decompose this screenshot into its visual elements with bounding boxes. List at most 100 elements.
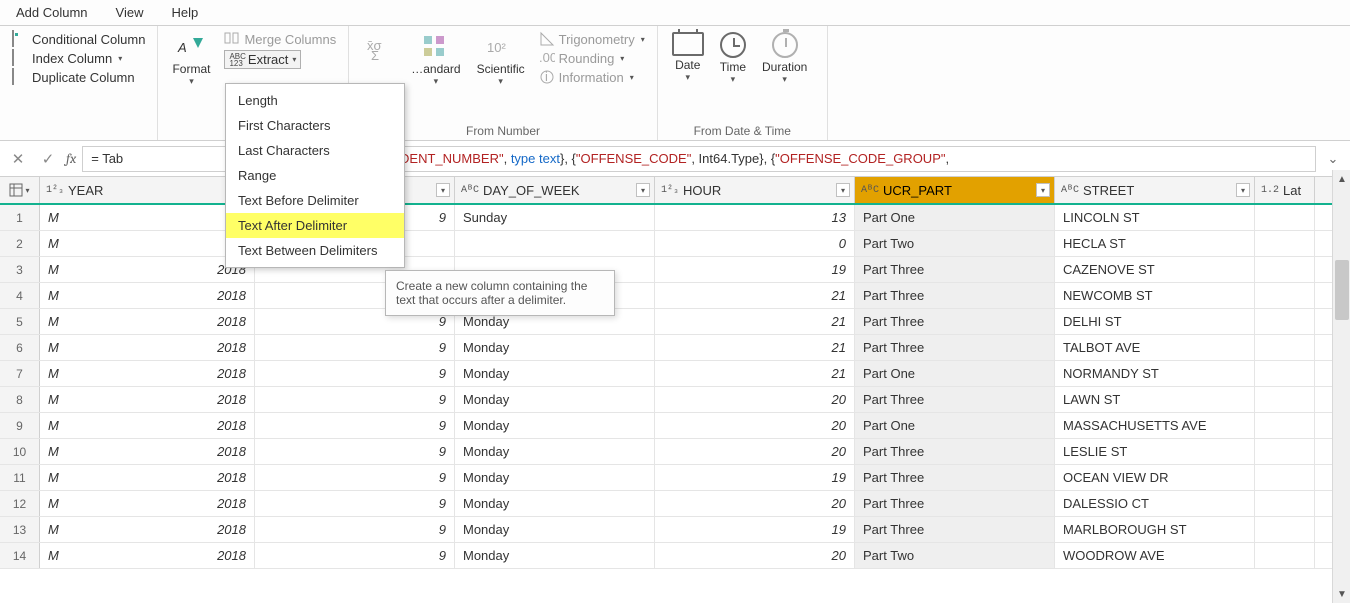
cell[interactable]: LINCOLN ST bbox=[1055, 205, 1255, 230]
cell[interactable]: MARLBOROUGH ST bbox=[1055, 517, 1255, 542]
scroll-thumb[interactable] bbox=[1335, 260, 1349, 320]
cell[interactable]: 9 bbox=[255, 413, 455, 438]
cell[interactable] bbox=[1255, 231, 1315, 256]
cell[interactable]: Part Three bbox=[855, 257, 1055, 282]
cell[interactable] bbox=[1255, 517, 1315, 542]
cell[interactable]: M2018 bbox=[40, 491, 255, 516]
cell[interactable]: M2018 bbox=[40, 387, 255, 412]
date-button[interactable]: Date ▾ bbox=[668, 30, 708, 82]
table-row[interactable]: 3M201819Part ThreeCAZENOVE ST bbox=[0, 257, 1350, 283]
table-row[interactable]: 10M20189Monday20Part ThreeLESLIE ST bbox=[0, 439, 1350, 465]
cell[interactable]: 20 bbox=[655, 413, 855, 438]
cell[interactable]: 13 bbox=[655, 205, 855, 230]
cell[interactable]: 9 bbox=[255, 335, 455, 360]
filter-dropdown-icon[interactable]: ▾ bbox=[836, 183, 850, 197]
cell[interactable] bbox=[1255, 361, 1315, 386]
cell[interactable]: OCEAN VIEW DR bbox=[1055, 465, 1255, 490]
merge-columns-button[interactable]: Merge Columns bbox=[222, 30, 338, 48]
column-header-year[interactable]: 1²₃ YEAR ▾ bbox=[40, 177, 255, 203]
trigonometry-button[interactable]: Trigonometry▾ bbox=[537, 30, 647, 48]
cell[interactable]: 9 bbox=[255, 517, 455, 542]
table-row[interactable]: 5M20189Monday21Part ThreeDELHI ST bbox=[0, 309, 1350, 335]
expand-formula-button[interactable]: ⌄ bbox=[1322, 151, 1344, 167]
cell[interactable]: HECLA ST bbox=[1055, 231, 1255, 256]
filter-dropdown-icon[interactable]: ▾ bbox=[1036, 183, 1050, 197]
duplicate-column-button[interactable]: Duplicate Column bbox=[10, 68, 147, 86]
extract-menu-item[interactable]: Text Between Delimiters bbox=[226, 238, 404, 263]
cell[interactable]: Sunday bbox=[455, 205, 655, 230]
cell[interactable]: 21 bbox=[655, 283, 855, 308]
index-column-button[interactable]: Index Column ▾ bbox=[10, 49, 147, 67]
scientific-button[interactable]: 10² Scientific ▾ bbox=[473, 30, 529, 86]
cell[interactable] bbox=[1255, 465, 1315, 490]
cell[interactable]: Part One bbox=[855, 413, 1055, 438]
cell[interactable] bbox=[455, 231, 655, 256]
menu-help[interactable]: Help bbox=[164, 2, 219, 23]
extract-menu-item[interactable]: Text Before Delimiter bbox=[226, 188, 404, 213]
cell[interactable] bbox=[1255, 335, 1315, 360]
table-row[interactable]: 14M20189Monday20Part TwoWOODROW AVE bbox=[0, 543, 1350, 569]
cancel-formula-button[interactable]: ✕ bbox=[6, 147, 30, 171]
cell[interactable]: Monday bbox=[455, 491, 655, 516]
cell[interactable]: 9 bbox=[255, 387, 455, 412]
cell[interactable]: LESLIE ST bbox=[1055, 439, 1255, 464]
cell[interactable]: 19 bbox=[655, 465, 855, 490]
cell[interactable] bbox=[1255, 257, 1315, 282]
cell[interactable]: Monday bbox=[455, 465, 655, 490]
duration-button[interactable]: Duration ▾ bbox=[758, 30, 811, 84]
filter-dropdown-icon[interactable]: ▾ bbox=[436, 183, 450, 197]
cell[interactable]: M2018 bbox=[40, 361, 255, 386]
extract-button[interactable]: ABC123 Extract ▾ bbox=[222, 49, 338, 70]
cell[interactable]: 9 bbox=[255, 543, 455, 568]
cell[interactable]: Part Two bbox=[855, 231, 1055, 256]
statistics-button[interactable]: x̄σΣ bbox=[359, 30, 399, 62]
cell[interactable]: M2018 bbox=[40, 543, 255, 568]
cell[interactable]: Part One bbox=[855, 361, 1055, 386]
cell[interactable]: M2018 bbox=[40, 439, 255, 464]
cell[interactable]: Monday bbox=[455, 517, 655, 542]
table-row[interactable]: 1M9Sunday13Part OneLINCOLN ST bbox=[0, 205, 1350, 231]
confirm-formula-button[interactable]: ✓ bbox=[36, 147, 60, 171]
menu-add-column[interactable]: Add Column bbox=[4, 2, 108, 23]
cell[interactable]: Monday bbox=[455, 543, 655, 568]
cell[interactable]: 21 bbox=[655, 309, 855, 334]
cell[interactable]: Monday bbox=[455, 413, 655, 438]
column-header-lat[interactable]: 1.2 Lat bbox=[1255, 177, 1315, 203]
cell[interactable] bbox=[1255, 283, 1315, 308]
format-button[interactable]: A Format ▾ bbox=[168, 30, 214, 86]
scroll-down-arrow[interactable]: ▼ bbox=[1333, 585, 1350, 603]
extract-menu-item[interactable]: First Characters bbox=[226, 113, 404, 138]
vertical-scrollbar[interactable]: ▲ ▼ bbox=[1332, 170, 1350, 603]
cell[interactable]: 20 bbox=[655, 491, 855, 516]
conditional-column-button[interactable]: Conditional Column bbox=[10, 30, 147, 48]
cell[interactable]: Part Three bbox=[855, 387, 1055, 412]
table-row[interactable]: 4M20189Monday21Part ThreeNEWCOMB ST bbox=[0, 283, 1350, 309]
filter-dropdown-icon[interactable]: ▾ bbox=[1236, 183, 1250, 197]
extract-menu-item[interactable]: Range bbox=[226, 163, 404, 188]
cell[interactable]: M2018 bbox=[40, 465, 255, 490]
cell[interactable]: TALBOT AVE bbox=[1055, 335, 1255, 360]
cell[interactable]: 9 bbox=[255, 439, 455, 464]
extract-menu-item[interactable]: Length bbox=[226, 88, 404, 113]
cell[interactable]: Part Three bbox=[855, 439, 1055, 464]
column-header-hour[interactable]: 1²₃ HOUR ▾ bbox=[655, 177, 855, 203]
standard-button[interactable]: …andard ▾ bbox=[407, 30, 464, 86]
cell[interactable] bbox=[1255, 439, 1315, 464]
cell[interactable]: 21 bbox=[655, 335, 855, 360]
cell[interactable]: M bbox=[40, 205, 255, 230]
cell[interactable] bbox=[1255, 309, 1315, 334]
cell[interactable]: Part Three bbox=[855, 517, 1055, 542]
filter-dropdown-icon[interactable]: ▾ bbox=[636, 183, 650, 197]
table-row[interactable]: 9M20189Monday20Part OneMASSACHUSETTS AVE bbox=[0, 413, 1350, 439]
cell[interactable]: M bbox=[40, 231, 255, 256]
cell[interactable]: 9 bbox=[255, 465, 455, 490]
column-header-ucr-part[interactable]: AᴮC UCR_PART ▾ bbox=[855, 177, 1055, 203]
table-row[interactable]: 11M20189Monday19Part ThreeOCEAN VIEW DR bbox=[0, 465, 1350, 491]
cell[interactable]: M2018 bbox=[40, 517, 255, 542]
cell[interactable]: M2018 bbox=[40, 413, 255, 438]
column-header-street[interactable]: AᴮC STREET ▾ bbox=[1055, 177, 1255, 203]
cell[interactable]: M2018 bbox=[40, 335, 255, 360]
table-row[interactable]: 12M20189Monday20Part ThreeDALESSIO CT bbox=[0, 491, 1350, 517]
cell[interactable]: 21 bbox=[655, 361, 855, 386]
rounding-button[interactable]: .00 Rounding▾ bbox=[537, 49, 647, 67]
